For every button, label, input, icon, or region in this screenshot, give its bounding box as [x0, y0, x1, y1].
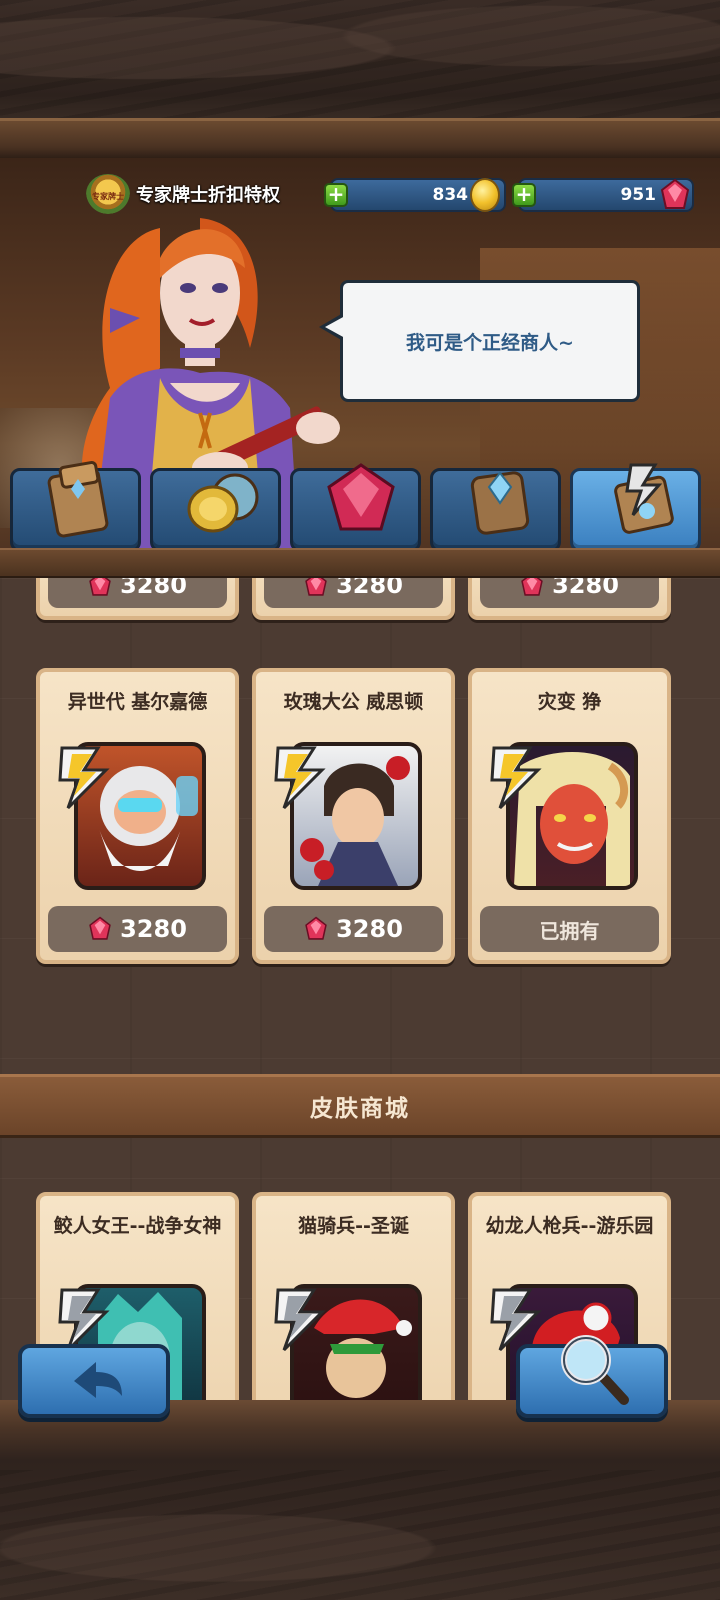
price-button[interactable]: 3280 — [48, 578, 227, 608]
back-button[interactable] — [18, 1344, 170, 1418]
card-pack-icon — [47, 460, 109, 538]
skin-shop-header: 皮肤商城 — [0, 1074, 720, 1138]
back-arrow-icon — [74, 1362, 122, 1398]
owned-status: 已拥有 — [480, 906, 659, 952]
price-button[interactable]: 3280 — [264, 578, 443, 608]
gem-icon — [305, 578, 327, 596]
hero-card[interactable]: 异世代 基尔嘉德 3280 — [36, 668, 239, 964]
gem-icon — [305, 916, 327, 940]
price-value: 3280 — [552, 578, 619, 599]
vip-badge-label: 专家牌士 — [92, 192, 124, 201]
lightning-rarity-icon — [274, 746, 326, 810]
gold-counter: + 834 — [324, 178, 506, 212]
vip-privilege[interactable]: 专家牌士 专家牌士折扣特权 — [86, 174, 280, 214]
skin-name: 鲛人女王--战争女神 — [53, 1215, 222, 1237]
tab-books[interactable] — [430, 468, 561, 552]
magnifier-icon — [561, 1335, 629, 1405]
gem-icon — [89, 916, 111, 940]
hero-name: 玫瑰大公 威思顿 — [283, 691, 424, 713]
bottom-wood-frame — [0, 1400, 720, 1600]
lightning-rarity-icon — [58, 1288, 110, 1352]
skin-card[interactable]: 猫骑兵--圣诞 — [252, 1192, 455, 1406]
merchant-speech-bubble: 我可是个正经商人~ — [319, 280, 640, 402]
tab-gold[interactable] — [150, 468, 281, 552]
top-wood-frame — [0, 0, 720, 160]
hero-card-partial-2[interactable]: 3280 — [252, 578, 455, 620]
skin-name: 幼龙人枪兵--游乐园 — [485, 1215, 654, 1237]
skin-name: 猫骑兵--圣诞 — [298, 1215, 409, 1237]
price-button[interactable]: 3280 — [480, 578, 659, 608]
tabs-divider — [0, 548, 720, 578]
hero-card[interactable]: 玫瑰大公 威思顿 3280 — [252, 668, 455, 964]
lightning-rarity-icon — [490, 746, 542, 810]
gold-coin-pouch-icon — [187, 473, 259, 533]
wood-texture — [0, 1470, 720, 1600]
wood-texture — [0, 0, 720, 120]
gem-amount: 951 — [620, 185, 657, 205]
tab-card-pack[interactable] — [10, 460, 141, 552]
gem-icon — [521, 578, 543, 596]
gold-coin-icon — [470, 178, 500, 212]
search-button[interactable] — [516, 1335, 668, 1418]
gem-icon — [89, 578, 111, 596]
price-value: 3280 — [120, 578, 187, 599]
price-value: 3280 — [336, 915, 403, 943]
hero-card-partial-1[interactable]: 3280 — [36, 578, 239, 620]
gem-counter: + 951 — [512, 178, 694, 212]
add-gold-button[interactable]: + — [324, 183, 348, 207]
add-gems-button[interactable]: + — [512, 183, 536, 207]
gem-icon — [660, 178, 690, 209]
tab-hero-skins[interactable] — [570, 463, 701, 552]
price-button[interactable]: 3280 — [264, 906, 443, 952]
hero-card[interactable]: 灾变 狰 已拥有 — [468, 668, 671, 964]
hero-name: 灾变 狰 — [537, 691, 602, 713]
owned-label: 已拥有 — [539, 918, 600, 943]
hero-skin-card-icon — [614, 463, 674, 534]
shop-scroll-area[interactable]: 3280 3280 3280 异世代 基尔嘉德 3280 玫瑰大公 威思顿 32… — [0, 578, 720, 1406]
wood-plank — [0, 118, 720, 158]
tab-gems[interactable] — [290, 463, 421, 552]
gold-amount: 834 — [432, 185, 469, 205]
price-button[interactable]: 3280 — [48, 906, 227, 952]
hero-card-partial-3[interactable]: 3280 — [468, 578, 671, 620]
lightning-rarity-icon — [58, 746, 110, 810]
merchant-speech-text: 我可是个正经商人~ — [406, 331, 574, 354]
price-value: 3280 — [336, 578, 403, 599]
vip-badge-icon: 专家牌士 — [86, 174, 130, 214]
ruby-gem-icon — [327, 463, 395, 531]
section-title: 皮肤商城 — [310, 1096, 410, 1122]
hero-name: 异世代 基尔嘉德 — [67, 691, 208, 713]
price-value: 3280 — [120, 915, 187, 943]
vip-title: 专家牌士折扣特权 — [136, 185, 280, 206]
lightning-rarity-icon — [274, 1288, 326, 1352]
crystal-book-icon — [470, 471, 530, 535]
